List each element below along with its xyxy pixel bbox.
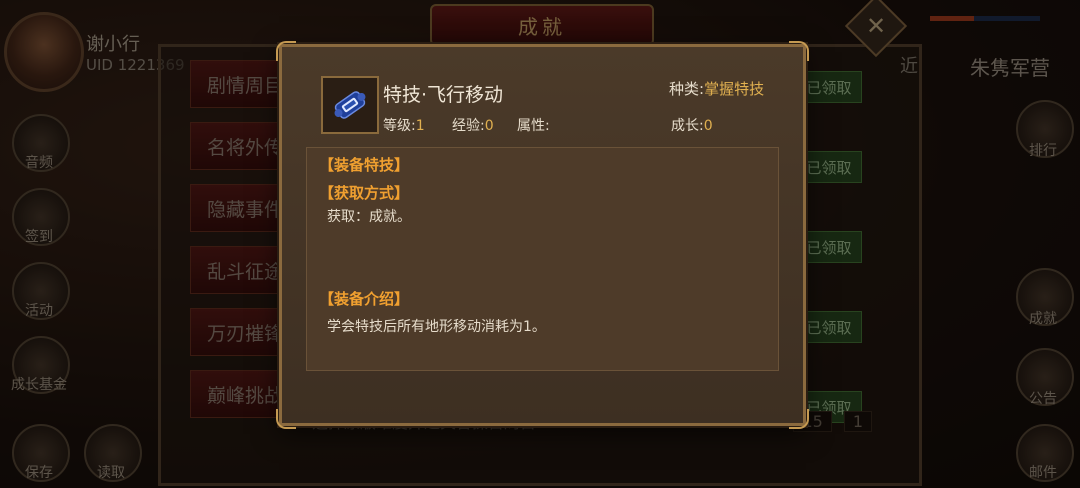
resource-bar: [930, 16, 1040, 21]
level-stat: 等级:1: [383, 115, 425, 135]
tab-label-near[interactable]: 近: [900, 52, 918, 78]
growth-stat: 成长:0: [671, 115, 713, 135]
growth-fund-label: 成长基金: [11, 377, 67, 393]
frame-corner-ornament: [276, 409, 296, 429]
task-progress-b: 1: [843, 410, 872, 432]
close-icon: ✕: [865, 11, 887, 40]
mail-label: 邮件: [1029, 465, 1057, 481]
frame-corner-ornament: [276, 41, 296, 61]
attribute-label: 属性:: [517, 118, 550, 134]
frame-corner-ornament: [789, 409, 809, 429]
ranking-label: 排行: [1029, 143, 1057, 159]
level-value: 1: [415, 118, 425, 134]
acquire-heading: 【获取方式】: [319, 184, 410, 202]
growth-label: 成长:: [671, 118, 704, 134]
skill-info-panel: 【装备特技】 【获取方式】 获取：成就。 【装备介绍】 学会特技后所有地形移动消…: [306, 147, 779, 371]
equip-skill-heading: 【装备特技】: [319, 156, 410, 174]
audio-label: 音频: [25, 155, 53, 171]
load-label: 读取: [97, 465, 125, 481]
acquire-text: 获取：成就。: [327, 209, 411, 225]
player-name: 谢小行: [86, 34, 140, 55]
claim-column: 已领取 已领取 已领取 已领取 已领取: [796, 60, 884, 460]
skill-detail-modal: 特技·飞行移动 种类:掌握特技 等级:1 经验:0 属性: 成长:0 【装备特技…: [276, 41, 809, 429]
achievement-label: 成就: [1029, 311, 1057, 327]
attribute-stat: 属性:: [517, 115, 550, 135]
player-avatar[interactable]: [4, 12, 84, 92]
skill-name: 特技·飞行移动: [383, 84, 504, 106]
scroll-icon: [321, 76, 379, 134]
growth-value: 0: [703, 118, 713, 134]
skill-type: 种类:掌握特技: [669, 78, 764, 99]
exp-stat: 经验:0: [452, 115, 494, 135]
tab-label-camp[interactable]: 朱隽军营: [970, 52, 1050, 81]
frame-corner-ornament: [789, 41, 809, 61]
type-value: 掌握特技: [704, 80, 765, 98]
intro-text: 学会特技后所有地形移动消耗为1。: [327, 319, 546, 335]
type-label: 种类:: [669, 80, 705, 98]
window-title: 成就: [430, 4, 654, 46]
notice-label: 公告: [1029, 391, 1057, 407]
checkin-label: 签到: [25, 229, 53, 245]
intro-heading: 【装备介绍】: [319, 290, 410, 308]
save-label: 保存: [25, 465, 53, 481]
level-label: 等级:: [383, 118, 416, 134]
event-label: 活动: [25, 303, 53, 319]
exp-label: 经验:: [452, 118, 485, 134]
exp-value: 0: [484, 118, 494, 134]
